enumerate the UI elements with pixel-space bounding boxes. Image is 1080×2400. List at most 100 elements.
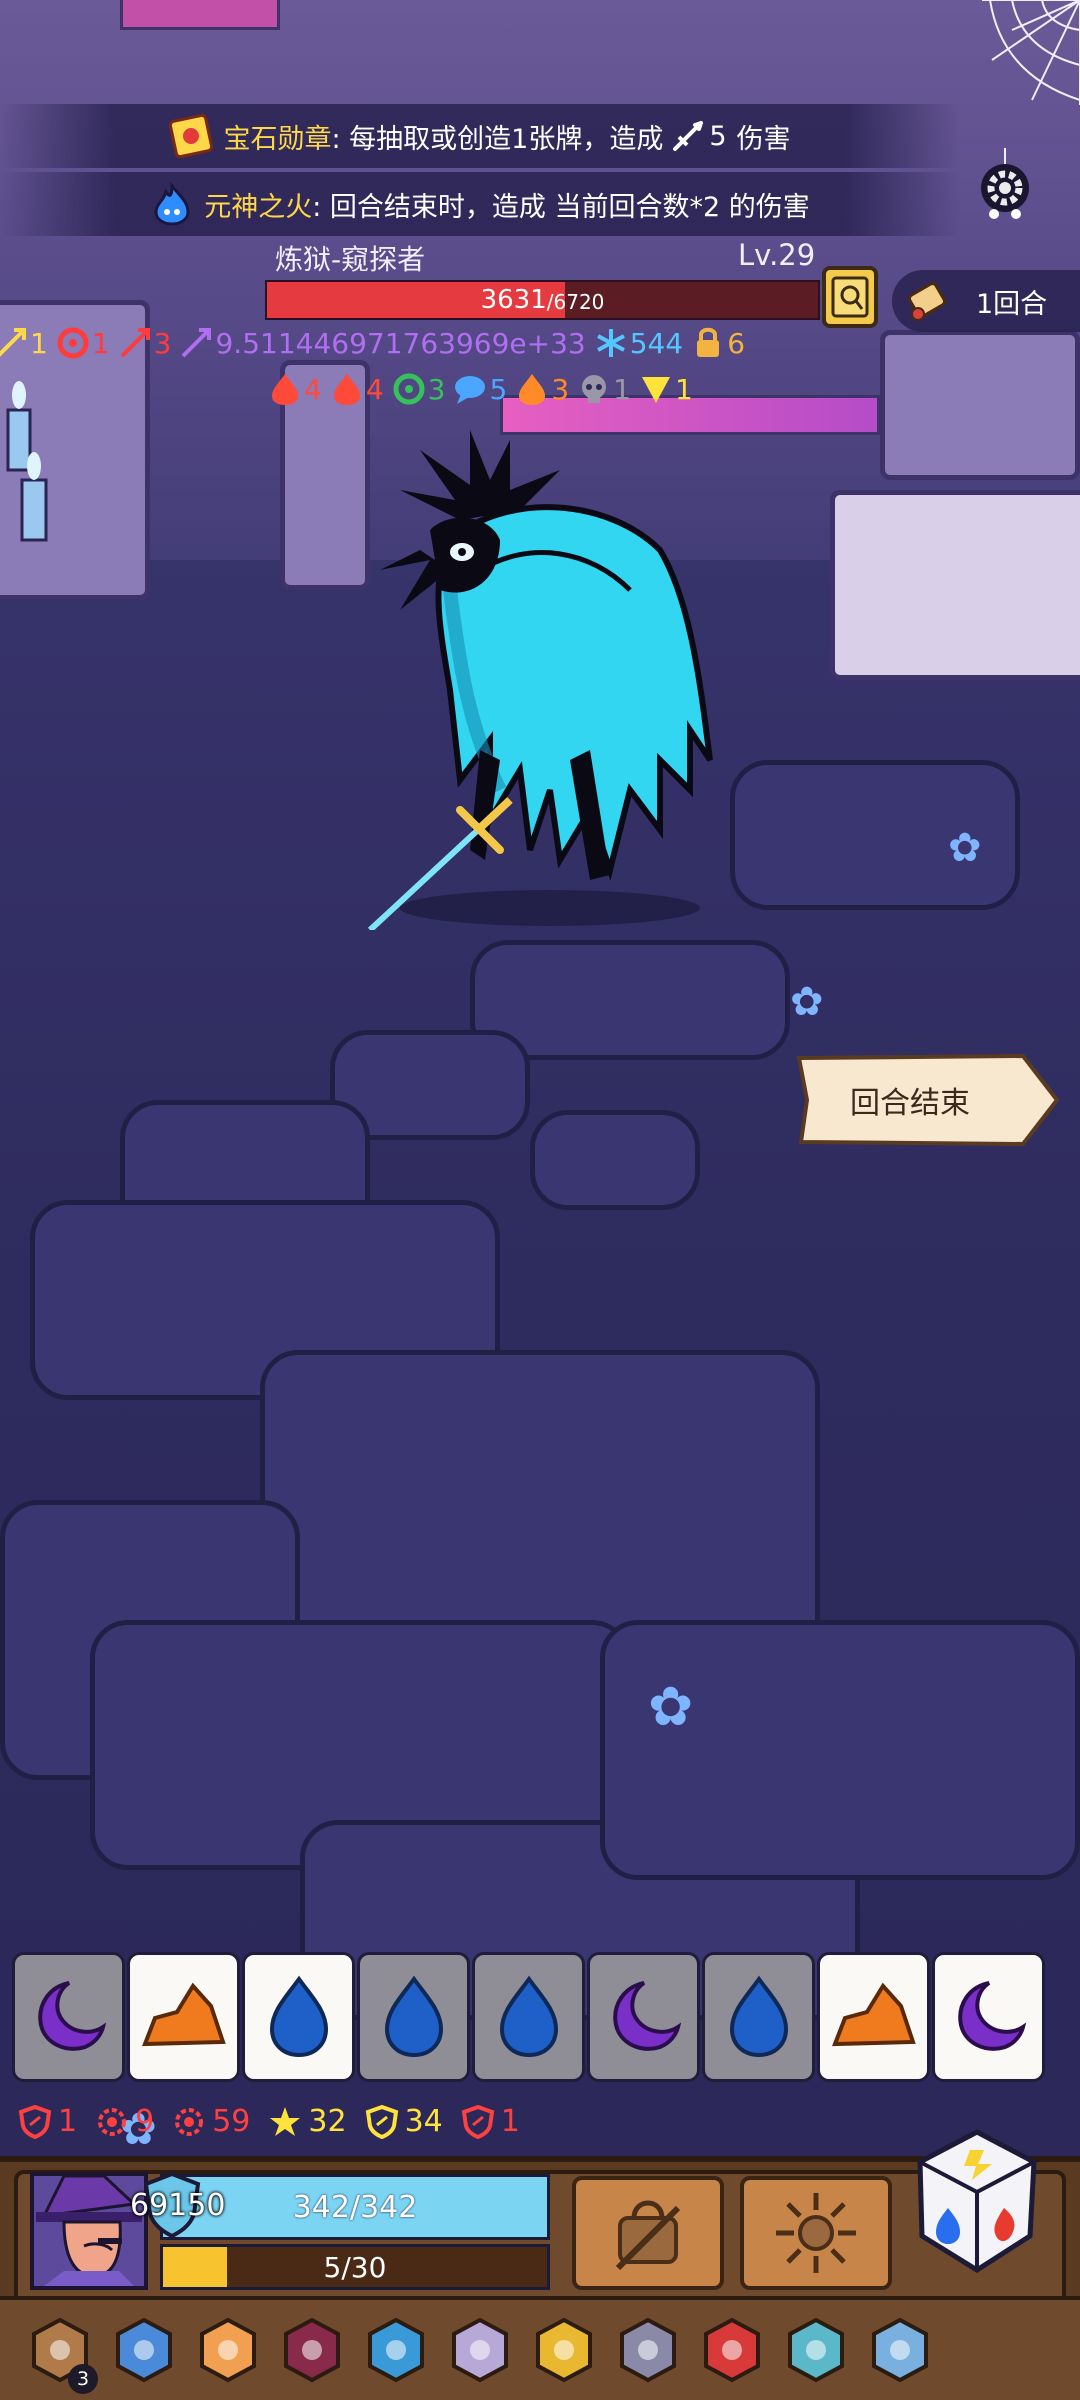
status-value: 4	[365, 372, 384, 406]
skull-icon	[582, 375, 607, 403]
status-value: 1	[30, 326, 48, 360]
player-stat-value: 32	[308, 2104, 347, 2139]
player-stat-value: 59	[212, 2104, 251, 2139]
blue-flower-icon: ✿	[648, 1675, 694, 1738]
skill-slot-explosion[interactable]	[740, 2176, 892, 2290]
player-stat[interactable]: 34	[365, 2104, 443, 2139]
cube-relic-icon[interactable]	[608, 2310, 688, 2390]
player-energy-text: 5/30	[323, 2250, 387, 2284]
blue-crystal-icon[interactable]	[356, 2310, 436, 2390]
status-effect[interactable]: 6	[691, 326, 745, 360]
status-effect[interactable]: 3	[118, 326, 171, 360]
player-stat-value: 1	[500, 2104, 520, 2139]
hand-card-water[interactable]	[472, 1952, 585, 2082]
status-effect[interactable]: 9.511446971763969e+33	[179, 326, 586, 360]
hand-card-water[interactable]	[357, 1952, 470, 2082]
status-effect[interactable]: 544	[594, 326, 683, 360]
curl-icon	[57, 327, 89, 359]
status-value: 6	[727, 326, 746, 360]
blue-dagger-icon[interactable]	[860, 2310, 940, 2390]
player-stat[interactable]: 1	[461, 2104, 520, 2139]
soul-fire-name: 元神之火	[204, 191, 313, 223]
sword-slash-icon	[0, 328, 26, 357]
poison-icon	[393, 373, 425, 405]
status-effect[interactable]: 3	[515, 372, 569, 406]
status-effect[interactable]: 1	[56, 326, 110, 360]
relic-info-banner-soul-fire: 元神之火 : 回合结束时，造成 当前回合数*2 的伤害	[0, 172, 960, 236]
hand-card-rock[interactable]	[817, 1952, 930, 2082]
status-effect[interactable]: 1	[639, 372, 693, 406]
cobweb-icon	[982, 0, 1080, 105]
stone-slab	[600, 1620, 1080, 1880]
ruin-altar	[830, 490, 1080, 680]
blue-bird-icon[interactable]	[104, 2310, 184, 2390]
gem-medal-name: 宝石勋章	[223, 123, 332, 155]
enemy-sprite[interactable]	[360, 430, 740, 930]
spellbook-icon[interactable]	[524, 2310, 604, 2390]
gem-medal-damage: 5	[709, 120, 727, 152]
round-counter: 1回合	[892, 270, 1080, 332]
enemy-status-row-2: 4 4 3 5 3 1 1	[268, 372, 701, 406]
relic-glyph	[788, 2317, 844, 2383]
moon-icon	[957, 1981, 1026, 2051]
relic-glyph	[620, 2317, 676, 2383]
moon-stone-icon[interactable]	[440, 2310, 520, 2390]
status-effect[interactable]: 5	[453, 372, 507, 406]
button-relic-icon[interactable]: 3	[20, 2310, 100, 2394]
bag-sword-icon	[615, 2200, 681, 2271]
gem-medal-desc: : 每抽取或创造1张牌，造成	[331, 123, 664, 155]
red-ring-icon[interactable]	[692, 2310, 772, 2390]
player-energy-bar: 5/30	[160, 2244, 550, 2290]
hand-card-water[interactable]	[242, 1952, 355, 2082]
player-armor: 69150	[130, 2188, 226, 2223]
enemy-status-row-1: 1 1 3 9.511446971763969e+33 544 6	[0, 326, 753, 360]
blue-feather-icon[interactable]	[776, 2310, 856, 2390]
status-effect[interactable]: 3	[392, 372, 445, 406]
explosion-icon	[776, 2193, 856, 2273]
player-stat-value: 34	[404, 2104, 443, 2139]
status-effect[interactable]: 4	[268, 372, 322, 406]
hand-card-rock[interactable]	[127, 1952, 240, 2082]
purple-cloak-icon[interactable]	[272, 2310, 352, 2390]
skill-slot-bag[interactable]	[572, 2176, 724, 2290]
status-effect[interactable]: 4	[330, 372, 384, 406]
hand-card-moon[interactable]	[12, 1952, 125, 2082]
yellow-star-icon	[270, 2106, 301, 2136]
scroll-icon	[907, 282, 947, 321]
relic-bar: 3	[0, 2296, 1080, 2400]
enemy-name: 炼狱-窥探者	[275, 243, 426, 276]
player-stat[interactable]: 59	[172, 2104, 250, 2139]
snowflake-icon	[596, 329, 625, 357]
stone-slab	[530, 1110, 700, 1210]
candles-icon	[6, 381, 48, 542]
relic-info-banner-gem-medal: 宝石勋章 : 每抽取或创造1张牌，造成 5 伤害	[0, 104, 960, 168]
player-stat[interactable]: 1	[18, 2104, 77, 2139]
hand-card-moon[interactable]	[587, 1952, 700, 2082]
hand-card-water[interactable]	[702, 1952, 815, 2082]
player-stat[interactable]: 9	[95, 2104, 154, 2139]
elemental-dice-button[interactable]	[912, 2126, 1042, 2276]
hand-card-moon[interactable]	[932, 1952, 1045, 2082]
red-wing-icon	[120, 328, 150, 358]
moon-icon	[37, 1981, 106, 2051]
status-value: 5	[489, 372, 508, 406]
red-shield-sword-icon	[18, 2104, 52, 2139]
status-effect[interactable]: 1	[577, 372, 631, 406]
rock-icon	[831, 1982, 916, 2047]
relic-glyph	[452, 2317, 508, 2383]
water-drop-icon	[269, 1975, 328, 2058]
orange-flame-icon	[519, 374, 546, 405]
ruin-block-right	[880, 330, 1080, 480]
ring-relic-icon[interactable]	[188, 2310, 268, 2390]
end-turn-button[interactable]: 回合结束	[795, 1052, 1059, 1148]
relic-glyph	[872, 2317, 928, 2383]
card-hand	[12, 1952, 1070, 2082]
gem-medal-suffix: 伤害	[736, 123, 791, 155]
relic-glyph	[368, 2317, 424, 2383]
player-stat[interactable]: 32	[268, 2104, 347, 2139]
deck-view-button[interactable]	[822, 266, 878, 328]
soul-fire-desc: : 回合结束时，造成 当前回合数*2 的伤害	[312, 191, 810, 223]
settings-gear-icon[interactable]	[970, 148, 1040, 226]
round-label: 1回合	[976, 288, 1048, 320]
status-effect[interactable]: 1	[0, 326, 48, 360]
